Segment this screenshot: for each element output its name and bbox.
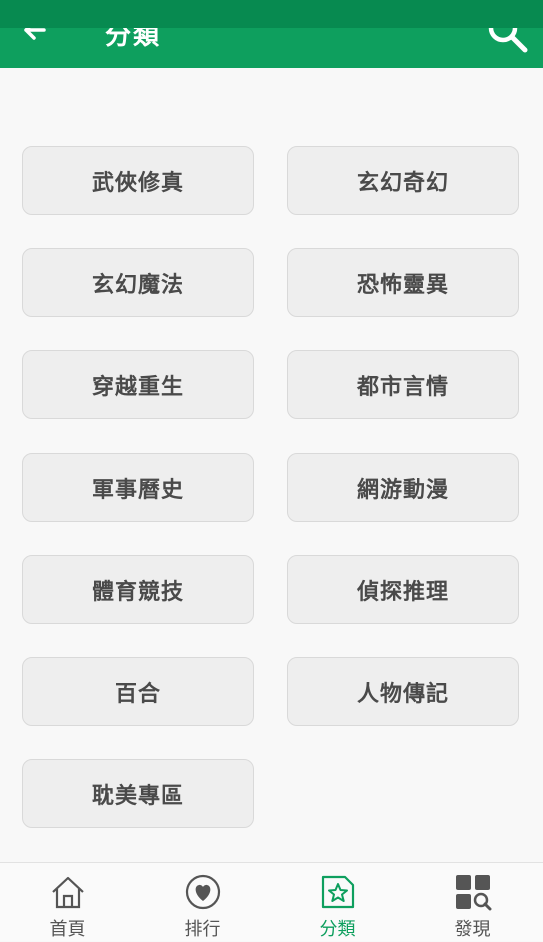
arrow-left-icon[interactable] <box>20 28 52 46</box>
nav-item-discover[interactable]: 發現 <box>405 863 540 942</box>
nav-label: 首頁 <box>49 919 86 940</box>
nav-label: 排行 <box>184 919 221 940</box>
category-button[interactable]: 網游動漫 <box>287 453 519 522</box>
nav-label: 發現 <box>454 919 491 940</box>
category-button[interactable]: 偵探推理 <box>287 555 519 624</box>
category-button[interactable]: 穿越重生 <box>22 350 254 419</box>
nav-item-ranking[interactable]: 排行 <box>135 863 270 942</box>
category-button[interactable]: 玄幻奇幻 <box>287 146 519 215</box>
category-button[interactable]: 耽美專區 <box>22 759 254 828</box>
search-icon[interactable] <box>485 28 529 54</box>
bottom-nav: 首頁 排行 分類 發現 <box>0 862 543 941</box>
category-button[interactable]: 軍事曆史 <box>22 453 254 522</box>
heart-icon <box>185 874 220 910</box>
nav-item-home[interactable]: 首頁 <box>0 863 135 942</box>
category-button[interactable]: 百合 <box>22 657 254 726</box>
app-bar: 分類 <box>0 28 543 68</box>
category-button[interactable]: 都市言情 <box>287 350 519 419</box>
nav-label: 分類 <box>319 919 356 940</box>
star-category-icon <box>321 875 354 909</box>
home-icon <box>51 876 84 909</box>
status-bar <box>0 0 543 28</box>
category-button[interactable]: 武俠修真 <box>22 146 254 215</box>
nav-item-category[interactable]: 分類 <box>270 863 405 942</box>
category-button[interactable]: 人物傳記 <box>287 657 519 726</box>
page-title: 分類 <box>105 28 162 51</box>
category-button[interactable]: 玄幻魔法 <box>22 248 254 317</box>
grid-search-icon <box>455 875 491 911</box>
category-button[interactable]: 恐怖靈異 <box>287 248 519 317</box>
category-button[interactable]: 體育競技 <box>22 555 254 624</box>
